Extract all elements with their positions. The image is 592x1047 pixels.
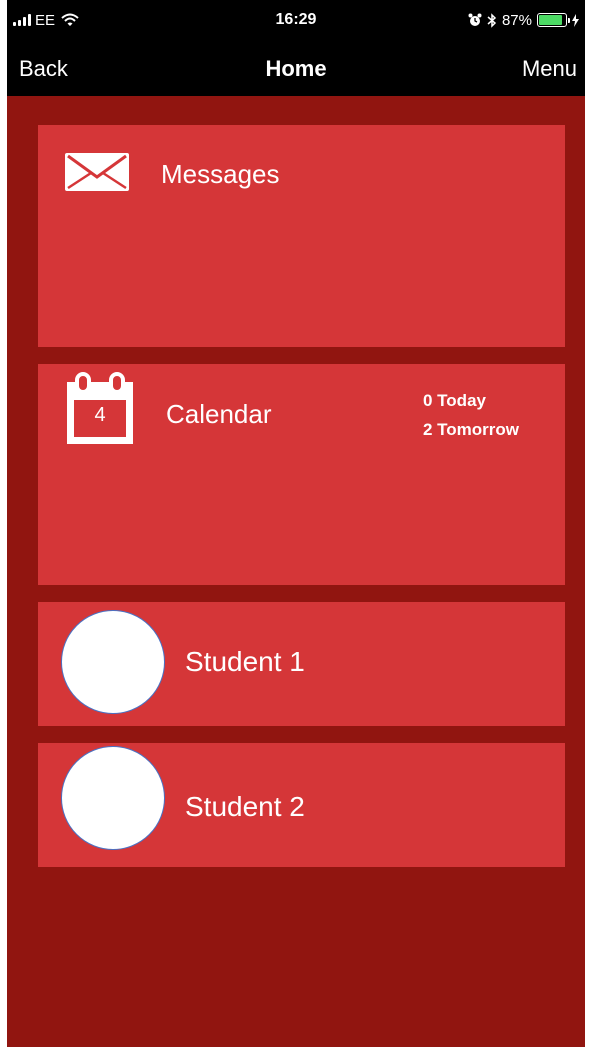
- page-title: Home: [265, 56, 327, 81]
- alarm-icon: [468, 13, 482, 26]
- calendar-tile[interactable]: 4 Calendar 0 Today 2 Tomorrow: [38, 364, 565, 585]
- calendar-icon: 4: [65, 372, 135, 446]
- nav-bar: Back Home Menu: [7, 40, 585, 96]
- bluetooth-icon: [487, 12, 497, 28]
- battery-fill: [539, 15, 562, 25]
- calendar-counts: 0 Today 2 Tomorrow: [423, 386, 519, 444]
- messages-label: Messages: [161, 159, 280, 189]
- calendar-day-number: 4: [94, 404, 106, 426]
- student-name-2: Student 2: [185, 791, 305, 822]
- status-bar: EE 16:29 87%: [7, 0, 585, 40]
- calendar-tomorrow-count: 2 Tomorrow: [423, 420, 520, 439]
- battery-cap: [568, 18, 570, 23]
- student-tile-1[interactable]: Student 1: [38, 602, 565, 726]
- app-screen: EE 16:29 87% Back Home Menu Messages 4 C…: [7, 0, 585, 1047]
- calendar-label: Calendar: [166, 399, 272, 429]
- messages-tile[interactable]: Messages: [38, 125, 565, 347]
- status-right: 87%: [468, 11, 579, 29]
- battery-percent: 87%: [501, 11, 532, 29]
- avatar: [61, 746, 165, 850]
- calendar-today-count: 0 Today: [423, 391, 486, 410]
- student-name-1: Student 1: [185, 646, 305, 677]
- student-tile-2[interactable]: Student 2: [38, 743, 565, 867]
- battery-icon: [537, 13, 570, 27]
- menu-button[interactable]: Menu: [522, 56, 577, 82]
- envelope-icon: [65, 153, 129, 191]
- avatar: [61, 610, 165, 714]
- charging-icon: [572, 13, 579, 27]
